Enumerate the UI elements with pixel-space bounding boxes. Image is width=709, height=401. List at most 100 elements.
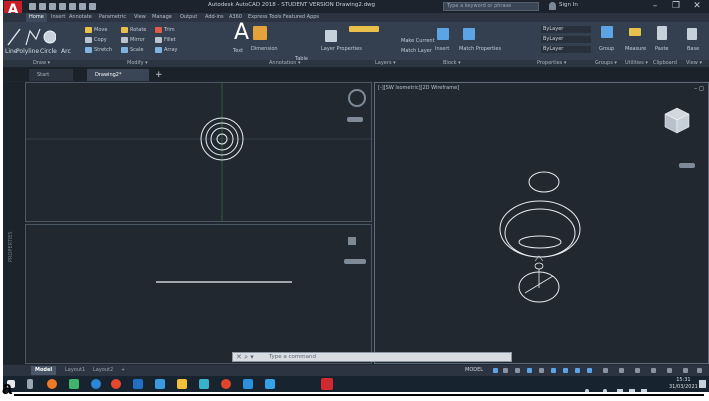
save-icon[interactable] [49,3,56,10]
viewport-isometric[interactable]: [-][SW Isometric][2D Wireframe] – ◻ [374,82,709,364]
ortho-icon[interactable] [515,368,520,373]
taskbar-clock[interactable]: 15:31 31/03/2021 [669,377,698,391]
properties-palette-strip[interactable]: PROPERTIES [3,82,25,364]
stretch-button[interactable]: Stretch [94,47,112,53]
undo-icon[interactable] [79,3,86,10]
photos-icon[interactable] [155,379,165,389]
brave-browser-icon[interactable] [221,379,231,389]
text-button[interactable]: Text [233,48,243,54]
panel-modify[interactable]: Modify ▾ [127,60,148,67]
notifications-icon[interactable] [699,380,706,388]
tab-featured-apps[interactable]: Featured Apps [283,13,319,22]
help-search-input[interactable]: Type a keyword or phrase [443,2,539,11]
tab-manage[interactable]: Manage [152,13,172,22]
wcs-menu-top[interactable] [347,117,363,122]
system-tray[interactable] [583,380,653,392]
polar-icon[interactable] [527,368,532,373]
move-button[interactable]: Move [94,27,107,33]
new-tab-button[interactable]: + [155,69,163,81]
panel-block[interactable]: Block ▾ [443,60,461,67]
base-button[interactable]: Base [687,46,699,52]
mail-icon[interactable] [133,379,143,389]
viewport-front[interactable] [25,224,372,364]
match-properties-button[interactable]: Match Properties [459,46,501,52]
panel-clipboard[interactable]: Clipboard [653,60,677,67]
layout-tab-layout1[interactable]: Layout1 [61,366,89,375]
match-layer-button[interactable]: Match Layer [401,48,432,54]
tab-parametric[interactable]: Parametric [99,13,126,22]
taskbar-app-4-icon[interactable] [265,379,275,389]
open-file-icon[interactable] [39,3,46,10]
panel-view[interactable]: View ▾ [686,60,702,67]
copy-button[interactable]: Copy [94,37,107,43]
panel-layers[interactable]: Layers ▾ [375,60,396,67]
make-current-button[interactable]: Make Current [401,38,435,44]
fillet-button[interactable]: Fillet [164,37,176,43]
command-line[interactable]: ✕ ⌕ ▾ Type a command [232,352,512,362]
panel-draw[interactable]: Draw ▾ [33,60,50,67]
annotation-scale-icon[interactable] [587,368,592,373]
search-app-icon[interactable] [47,379,57,389]
panel-properties[interactable]: Properties ▾ [537,60,566,67]
rotate-button[interactable]: Rotate [130,27,146,33]
file-explorer-icon[interactable] [177,379,187,389]
color-dropdown[interactable]: ByLayer [541,26,591,33]
command-input[interactable]: Type a command [269,354,316,360]
snap-icon[interactable] [503,368,508,373]
tab-start[interactable]: Start [29,69,73,81]
maximize-icon[interactable]: ❐ [668,0,684,13]
arc-button[interactable]: Arc [61,48,71,55]
layer-dropdown-icon[interactable] [349,26,379,32]
insert-button[interactable]: Insert [435,46,449,52]
viewport-controls-label[interactable]: [-][SW Isometric][2D Wireframe] [378,85,459,91]
tab-home[interactable]: Home [26,13,47,22]
autocad-taskbar-icon[interactable] [321,378,333,390]
viewcube-front-icon[interactable] [348,237,356,245]
viewport-top[interactable] [25,82,372,222]
command-line-close-icon[interactable]: ✕ ⌕ ▾ [236,353,254,362]
layer-properties-button[interactable]: Layer Properties [321,46,362,52]
panel-utilities[interactable]: Utilities ▾ [625,60,648,67]
tab-view[interactable]: View [134,13,146,22]
array-button[interactable]: Array [164,47,177,53]
clean-screen-icon[interactable] [683,368,688,373]
dimension-button[interactable]: Dimension [251,46,278,52]
tab-annotate[interactable]: Annotate [69,13,92,22]
linetype-dropdown[interactable]: ByLayer [541,36,591,43]
taskbar-app-1-icon[interactable] [69,379,79,389]
trim-button[interactable]: Trim [164,27,175,33]
taskbar-app-2-icon[interactable] [199,379,209,389]
circle-button[interactable]: Circle [40,48,57,55]
new-layout-button[interactable]: + [117,366,129,375]
tab-drawing2[interactable]: Drawing2* [87,69,149,81]
firefox-icon[interactable] [111,379,121,389]
print-icon[interactable] [69,3,76,10]
grid-icon[interactable] [493,368,498,373]
isodraft-icon[interactable] [539,368,544,373]
lineweight-dropdown[interactable]: ByLayer [541,46,591,53]
new-file-icon[interactable] [29,3,36,10]
save-as-icon[interactable] [59,3,66,10]
panel-groups[interactable]: Groups ▾ [595,60,617,67]
sign-in-link[interactable]: Sign In [559,2,578,8]
object-snap-tracking-icon[interactable] [551,368,556,373]
annotation-monitor-icon[interactable] [619,368,624,373]
panel-annotation[interactable]: Annotation ▾ [269,60,301,67]
taskbar-app-3-icon[interactable] [243,379,253,389]
tab-insert[interactable]: Insert [51,13,65,22]
paste-button[interactable]: Paste [655,46,669,52]
task-view-icon[interactable] [27,379,33,389]
tab-express-tools[interactable]: Express Tools [248,13,281,22]
group-button[interactable]: Group [599,46,614,52]
model-space-toggle[interactable]: MODEL [465,366,483,375]
polyline-button[interactable]: Polyline [16,48,39,55]
isolate-objects-icon[interactable] [667,368,672,373]
wcs-menu-iso[interactable] [679,163,695,168]
customization-menu-icon[interactable] [697,368,702,373]
units-icon[interactable] [635,368,640,373]
workspace-switch-icon[interactable] [603,368,608,373]
layout-tab-layout2[interactable]: Layout2 [89,366,117,375]
viewcube-top-icon[interactable] [348,89,366,107]
annotation-visibility-icon[interactable] [575,368,580,373]
edge-browser-icon[interactable] [91,379,101,389]
